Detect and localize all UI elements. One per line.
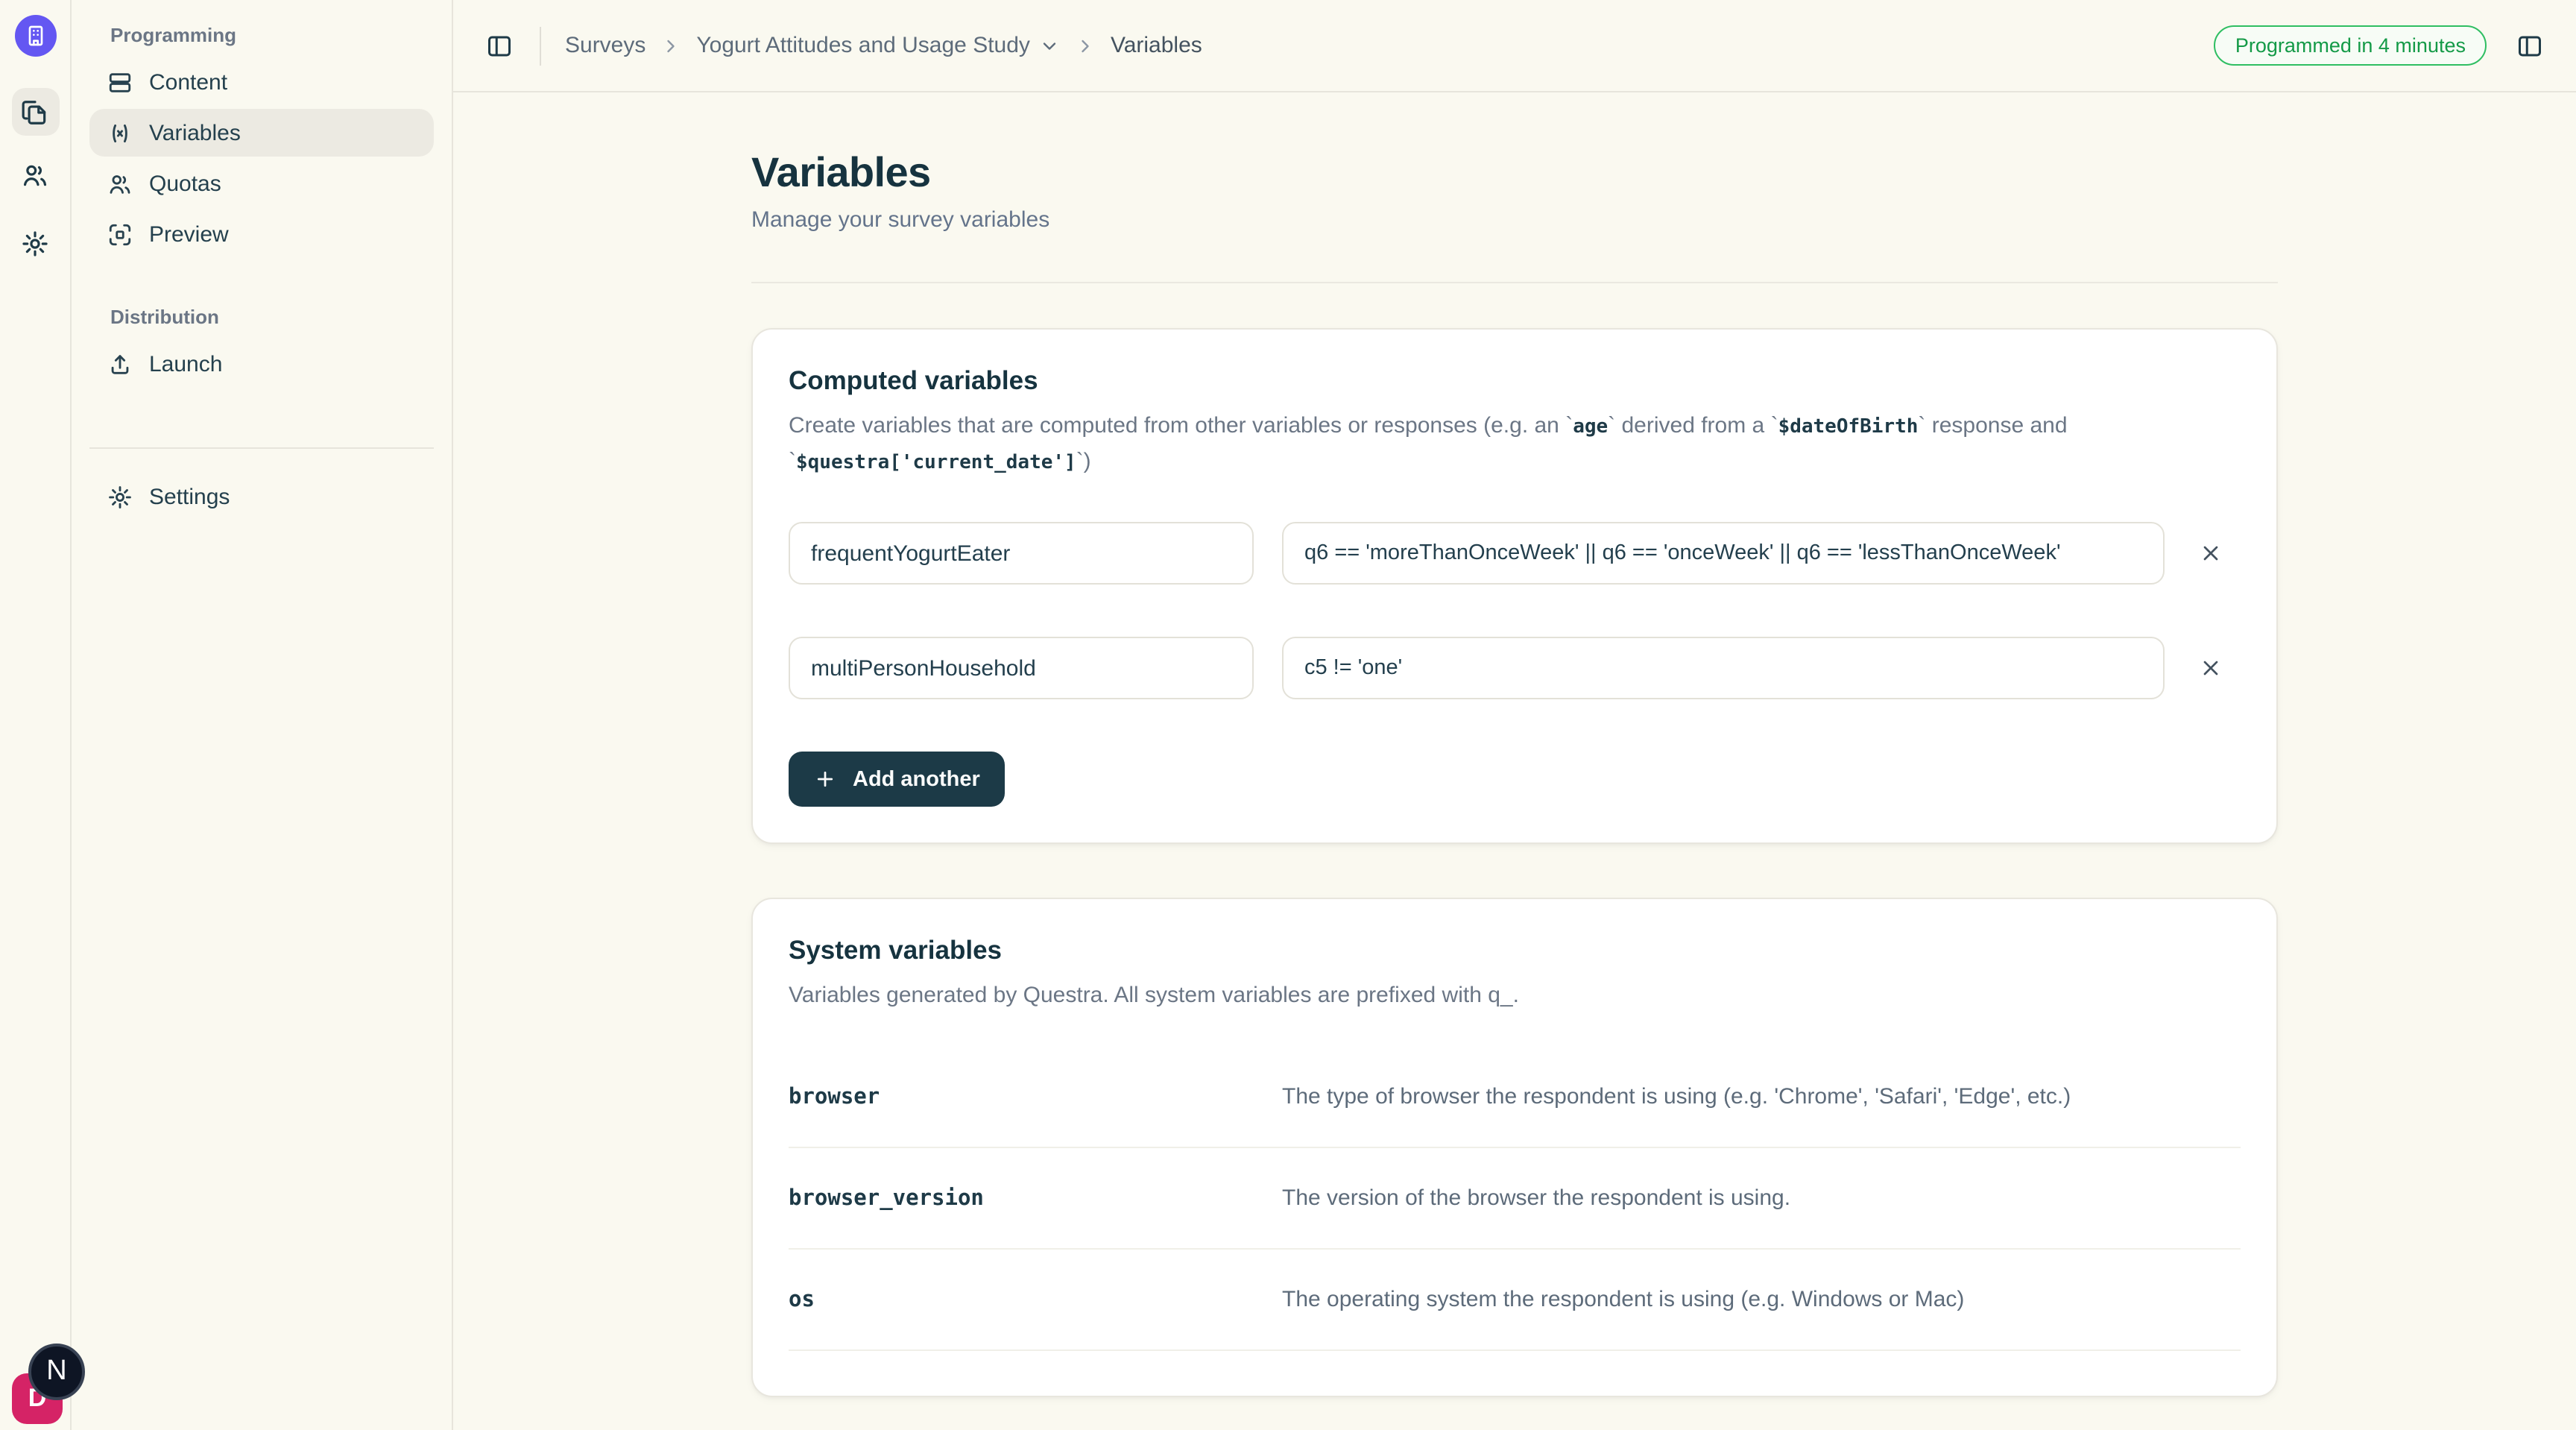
system-variables-card: System variables Variables generated by …	[751, 898, 2278, 1397]
right-panel-toggle-button[interactable]	[2513, 29, 2546, 62]
dev-tools-badge[interactable]: N	[28, 1344, 85, 1400]
sidebar-item-label: Variables	[149, 120, 241, 145]
computed-variables-description: Create variables that are computed from …	[789, 409, 2220, 480]
close-icon	[2199, 656, 2223, 680]
breadcrumb-surveys[interactable]: Surveys	[565, 33, 645, 58]
variable-expression-input[interactable]	[1282, 637, 2165, 699]
breadcrumb-study-label: Yogurt Attitudes and Usage Study	[696, 33, 1030, 58]
sidebar-item-label: Quotas	[149, 171, 221, 196]
computed-variables-title: Computed variables	[789, 365, 2241, 397]
system-variable-name: os	[789, 1288, 1282, 1311]
rail-settings-button[interactable]	[11, 219, 59, 267]
sidebar-toggle-button[interactable]	[483, 29, 516, 62]
programmed-time-badge[interactable]: Programmed in 4 minutes	[2214, 25, 2487, 66]
chevron-right-icon	[1075, 35, 1096, 56]
remove-variable-button[interactable]	[2194, 537, 2227, 570]
variable-expression-input[interactable]	[1282, 522, 2165, 585]
code-dateofbirth: $dateOfBirth	[1778, 416, 1919, 438]
description-text: ` derived from a `	[1608, 413, 1778, 438]
icon-rail	[0, 0, 72, 1430]
workspace-logo[interactable]	[14, 15, 56, 57]
sidebar-section-programming: Programming	[89, 24, 434, 46]
system-variable-description: The operating system the respondent is u…	[1282, 1287, 1964, 1312]
sidebar-item-label: Content	[149, 69, 227, 95]
close-icon	[2199, 541, 2223, 565]
sidebar-spacer	[89, 261, 434, 306]
sidebar-section-distribution: Distribution	[89, 306, 434, 328]
system-variables-subtitle: Variables generated by Questra. All syst…	[789, 978, 2220, 1014]
table-row: os The operating system the respondent i…	[789, 1250, 2241, 1351]
chevron-down-icon	[1039, 35, 1060, 56]
system-variables-title: System variables	[789, 935, 2241, 966]
sidebar-item-launch[interactable]: Launch	[89, 340, 434, 388]
system-variables-table: browser The type of browser the responde…	[789, 1047, 2241, 1351]
sidebar-item-label: Settings	[149, 484, 230, 509]
function-variable-icon	[107, 120, 133, 145]
header-divider	[751, 282, 2278, 283]
table-row: browser_version The version of the brows…	[789, 1148, 2241, 1250]
variable-name-input[interactable]	[789, 522, 1254, 585]
system-variable-description: The type of browser the respondent is us…	[1282, 1084, 2071, 1109]
system-variable-description: The version of the browser the responden…	[1282, 1185, 1790, 1211]
computed-variable-rows	[789, 522, 2241, 699]
users-icon	[107, 171, 133, 196]
table-row: browser The type of browser the responde…	[789, 1047, 2241, 1148]
panel-left-icon	[486, 32, 513, 59]
chevron-right-icon	[660, 35, 681, 56]
computed-variable-row	[789, 522, 2241, 585]
rail-surveys-button[interactable]	[11, 88, 59, 136]
remove-variable-button[interactable]	[2194, 652, 2227, 684]
panel-left-icon	[2516, 32, 2543, 59]
system-variable-name: browser	[789, 1085, 1282, 1109]
system-variable-name: browser_version	[789, 1186, 1282, 1210]
gear-icon	[21, 229, 49, 257]
dev-tools-badge-letter: N	[46, 1355, 66, 1388]
code-age: age	[1573, 416, 1608, 438]
breadcrumb-study-dropdown[interactable]: Yogurt Attitudes and Usage Study	[696, 33, 1060, 58]
code-questra-current-date: $questra['current_date']	[796, 452, 1076, 474]
app-root: D N Programming Content Vari	[0, 0, 2576, 1430]
sidebar-item-label: Launch	[149, 351, 222, 377]
rail-audience-button[interactable]	[11, 151, 59, 198]
scan-preview-icon	[107, 221, 133, 247]
description-text: Create variables that are computed from …	[789, 413, 1573, 438]
add-another-label: Add another	[853, 767, 980, 791]
rows-icon	[107, 69, 133, 95]
sidebar-item-preview[interactable]: Preview	[89, 210, 434, 258]
breadcrumb-variables[interactable]: Variables	[1111, 33, 1202, 58]
top-bar: Surveys Yogurt Attitudes and Usage Study…	[453, 0, 2576, 92]
sidebar-item-variables[interactable]: Variables	[89, 109, 434, 157]
computed-variables-card: Computed variables Create variables that…	[751, 328, 2278, 844]
add-another-button[interactable]: Add another	[789, 752, 1006, 807]
sidebar-item-settings[interactable]: Settings	[89, 473, 434, 520]
gear-icon	[107, 484, 133, 509]
sidebar-divider	[89, 447, 434, 449]
sidebar-item-quotas[interactable]: Quotas	[89, 160, 434, 207]
computed-variable-row	[789, 637, 2241, 699]
variable-name-input[interactable]	[789, 637, 1254, 699]
sidebar-item-label: Preview	[149, 221, 229, 247]
description-text: `)	[1076, 449, 1091, 474]
page-subtitle: Manage your survey variables	[751, 207, 2278, 233]
topbar-divider	[540, 26, 541, 65]
breadcrumb: Surveys Yogurt Attitudes and Usage Study…	[565, 33, 1202, 58]
building-icon	[23, 24, 47, 48]
main-content: Variables Manage your survey variables C…	[453, 92, 2576, 1430]
upload-icon	[107, 351, 133, 377]
sidebar-item-content[interactable]: Content	[89, 58, 434, 106]
page-title: Variables	[751, 149, 2278, 197]
plus-icon	[814, 768, 836, 790]
sidebar: Programming Content Variables	[72, 0, 453, 1430]
users-icon	[21, 160, 49, 189]
copies-icon	[21, 98, 49, 126]
